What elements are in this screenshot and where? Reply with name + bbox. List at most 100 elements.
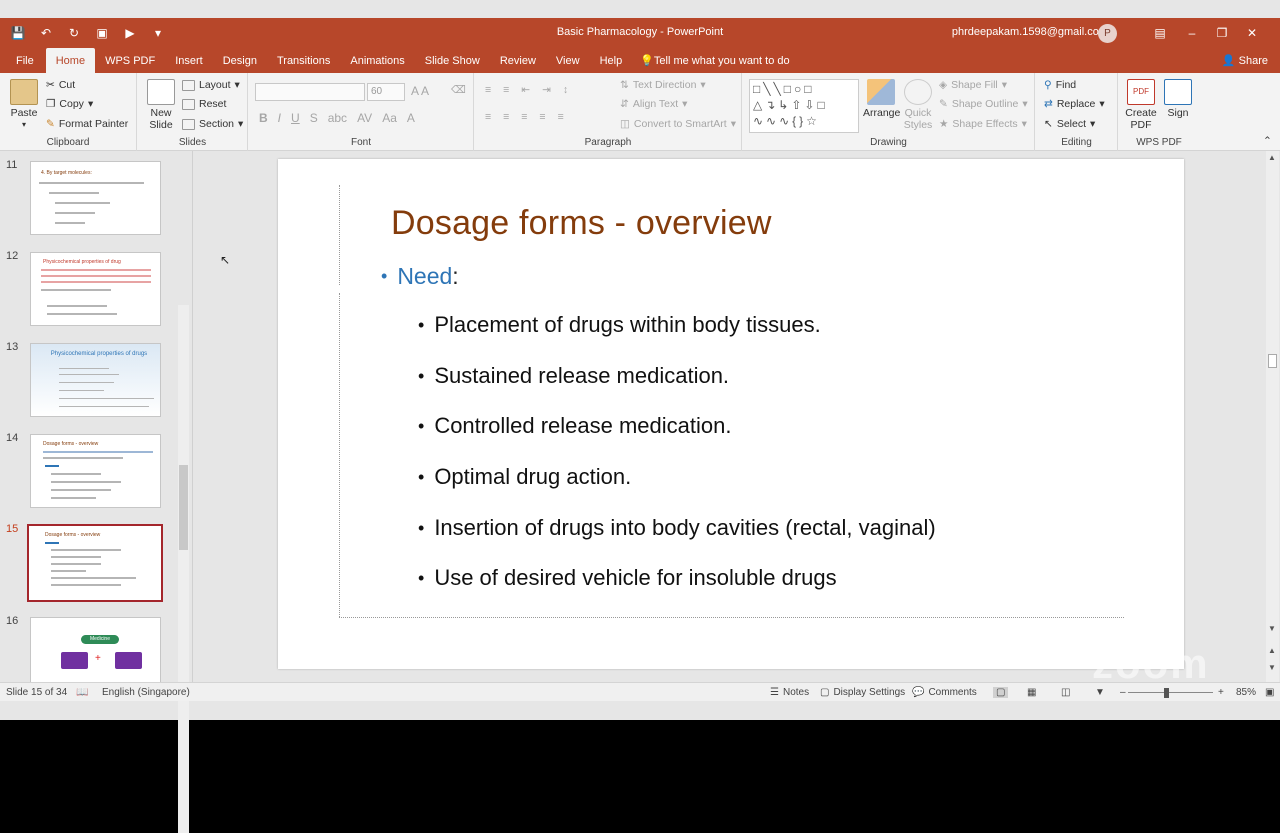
collapse-ribbon-icon[interactable]: ⌃ (1263, 135, 1272, 147)
shadow-icon[interactable]: S (310, 111, 318, 125)
cut-button[interactable]: ✂ Cut (46, 79, 75, 91)
spacing-icon[interactable]: AV (357, 111, 372, 125)
create-pdf-button[interactable]: PDF Create PDF (1123, 79, 1159, 131)
thumbnail-slide-15-selected[interactable]: Dosage forms - overview (27, 524, 163, 602)
bullets-icon[interactable]: ≡ (485, 84, 491, 96)
slide-sorter-icon[interactable]: ▦ (1027, 687, 1036, 698)
shape-effects-button[interactable]: ★ Shape Effects ▾ (939, 118, 1027, 130)
text-direction-button[interactable]: ⇅ Text Direction ▾ (620, 79, 706, 91)
zoom-slider-handle[interactable] (1164, 688, 1169, 698)
section-button[interactable]: Section ▾ (182, 118, 243, 130)
thumbnail-slide-11[interactable]: 4. By target molecules: (30, 161, 161, 235)
thumbnail-slide-16[interactable]: Medicine + (30, 617, 161, 687)
shapes-gallery[interactable]: □╲╲□○□ △↴↳⇧⇩□ ∿∿∿{}☆ (749, 79, 859, 133)
change-case-icon[interactable]: Aa (382, 111, 397, 125)
font-style-buttons[interactable]: B I U Sabc AV Aa A (259, 111, 415, 125)
thumbnail-slide-14[interactable]: Dosage forms - overview (30, 434, 161, 508)
underline-icon[interactable]: U (291, 111, 300, 125)
zoom-in-icon[interactable]: + (1218, 687, 1224, 698)
sign-button[interactable]: Sign (1161, 79, 1195, 119)
align-right-icon[interactable]: ≡ (521, 111, 527, 123)
shape-outline-button[interactable]: ✎ Shape Outline ▾ (939, 98, 1028, 110)
zoom-level[interactable]: 85% (1236, 687, 1256, 698)
close-icon[interactable]: ✕ (1240, 22, 1264, 44)
font-size-box[interactable]: 60 (367, 83, 405, 101)
spelling-icon[interactable]: 📖 (76, 687, 88, 698)
zoom-out-icon[interactable]: – (1120, 687, 1126, 698)
slide-title[interactable]: Dosage forms - overview (391, 204, 772, 243)
zoom-slider[interactable] (1128, 692, 1213, 693)
line-spacing-icon[interactable]: ↕ (563, 84, 568, 96)
current-slide[interactable]: Dosage forms - overview • Need: • Placeme… (278, 159, 1184, 669)
thumbnail-slide-12[interactable]: Physicochemical properties of drug (30, 252, 161, 326)
decrease-indent-icon[interactable]: ⇤ (521, 84, 530, 96)
tab-transitions[interactable]: Transitions (267, 48, 340, 73)
font-color-icon[interactable]: A (407, 111, 415, 125)
shape-fill-button[interactable]: ◈ Shape Fill ▾ (939, 79, 1007, 91)
comments-button[interactable]: 💬 Comments (912, 687, 977, 698)
tab-slide-show[interactable]: Slide Show (415, 48, 490, 73)
ribbon-display-options-icon[interactable]: ▤ (1148, 22, 1172, 44)
clear-formatting-icon[interactable]: ⌫ (451, 84, 466, 96)
align-left-icon[interactable]: ≡ (485, 111, 491, 123)
italic-icon[interactable]: I (278, 111, 281, 125)
alignment-buttons[interactable]: ≡ ≡ ≡ ≡ ≡ (485, 111, 564, 123)
thumbnail-scrollbar[interactable] (178, 305, 189, 833)
reading-view-icon[interactable]: ◫ (1061, 687, 1070, 698)
columns-icon[interactable]: ≡ (558, 111, 564, 123)
paste-button[interactable]: Paste ▾ (6, 79, 42, 131)
select-button[interactable]: ↖ Select ▾ (1044, 118, 1095, 130)
next-slide-icon[interactable]: ▼ (1268, 663, 1276, 672)
notes-button[interactable]: ☰ Notes (770, 687, 809, 698)
tell-me-search[interactable]: 💡 Tell me what you want to do (632, 48, 789, 73)
scroll-up-icon[interactable]: ▲ (1268, 153, 1276, 162)
tab-review[interactable]: Review (490, 48, 546, 73)
numbering-icon[interactable]: ≡ (503, 84, 509, 96)
find-button[interactable]: ⚲ Find (1044, 79, 1076, 91)
align-text-button[interactable]: ⇵ Align Text ▾ (620, 98, 687, 110)
font-name-box[interactable] (255, 83, 365, 101)
tab-view[interactable]: View (546, 48, 590, 73)
tab-file[interactable]: File (6, 48, 44, 73)
format-painter-button[interactable]: ✎ Format Painter (46, 118, 128, 130)
strikethrough-icon[interactable]: abc (328, 111, 347, 125)
account-email[interactable]: phrdeepakam.1598@gmail.com (952, 26, 1108, 38)
justify-icon[interactable]: ≡ (539, 111, 545, 123)
language-indicator[interactable]: English (Singapore) (102, 687, 190, 698)
tab-help[interactable]: Help (590, 48, 633, 73)
display-settings-button[interactable]: ▢ Display Settings (820, 687, 905, 698)
reset-button[interactable]: Reset (182, 98, 226, 110)
tab-animations[interactable]: Animations (340, 48, 414, 73)
scroll-down-icon[interactable]: ▼ (1268, 624, 1276, 633)
arrange-button[interactable]: Arrange (863, 79, 900, 119)
scrollbar-thumb[interactable] (1268, 354, 1277, 368)
normal-view-icon[interactable]: ▢ (993, 687, 1009, 698)
slideshow-view-icon[interactable]: ▼ (1095, 687, 1105, 698)
share-button[interactable]: 👤 Share (1222, 54, 1268, 67)
avatar[interactable]: P (1098, 24, 1117, 43)
bullet-list[interactable]: • Placement of drugs within body tissues.… (418, 312, 936, 616)
fit-to-window-icon[interactable]: ▣ (1265, 687, 1274, 698)
increase-indent-icon[interactable]: ⇥ (542, 84, 551, 96)
copy-button[interactable]: ❐ Copy ▾ (46, 98, 93, 110)
scrollbar-thumb[interactable] (179, 465, 188, 550)
previous-slide-icon[interactable]: ▲ (1268, 646, 1276, 655)
replace-button[interactable]: ⇄ Replace ▾ (1044, 98, 1105, 110)
need-heading[interactable]: • Need: (381, 263, 459, 290)
convert-smartart-button[interactable]: ◫ Convert to SmartArt ▾ (620, 118, 736, 130)
new-slide-button[interactable]: New Slide (144, 79, 178, 131)
tab-design[interactable]: Design (213, 48, 267, 73)
minimize-icon[interactable]: – (1180, 22, 1204, 44)
tab-home[interactable]: Home (45, 48, 96, 73)
restore-icon[interactable]: ❐ (1210, 22, 1234, 44)
quick-styles-button[interactable]: Quick Styles (901, 79, 935, 131)
font-size-buttons[interactable]: A A (411, 84, 429, 98)
tab-wps-pdf[interactable]: WPS PDF (95, 48, 165, 73)
slide-scrollbar[interactable]: ▲ ▼ ▲ ▼ (1266, 151, 1279, 682)
layout-button[interactable]: Layout ▾ (182, 79, 240, 91)
list-buttons[interactable]: ≡ ≡ ⇤ ⇥ ↕ (485, 84, 568, 96)
bold-icon[interactable]: B (259, 111, 268, 125)
thumbnail-slide-13[interactable]: Physicochemical properties of drugs (30, 343, 161, 417)
tab-insert[interactable]: Insert (165, 48, 213, 73)
align-center-icon[interactable]: ≡ (503, 111, 509, 123)
